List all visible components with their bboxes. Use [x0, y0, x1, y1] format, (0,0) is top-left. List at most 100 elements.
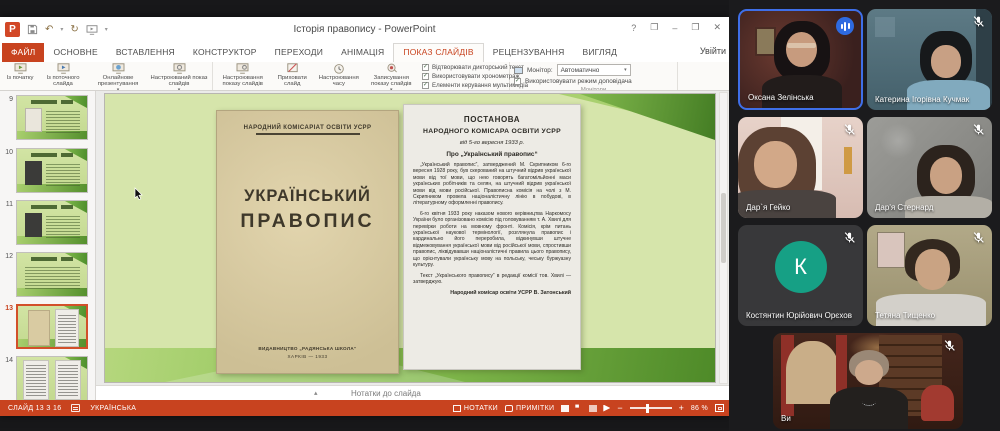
participant-name: Костянтин Юрійович Орєхов [746, 311, 852, 320]
participant-name: Оксана Зелінська [748, 93, 814, 102]
group-setup: Настроювання показу слайдів Приховати сл… [213, 62, 510, 90]
notes-collapse-icon[interactable]: ▴ [314, 389, 318, 397]
rehearse-timings-button[interactable]: Настроювання часу [314, 63, 364, 88]
help-icon[interactable]: ? [631, 23, 636, 33]
undo-dropdown-icon[interactable]: ▾ [60, 26, 63, 33]
tab-review[interactable]: РЕЦЕНЗУВАННЯ [484, 43, 574, 62]
monitor-select[interactable]: Автоматично ▾ [557, 64, 631, 76]
muted-mic-icon [972, 15, 985, 28]
tab-file[interactable]: ФАЙЛ [2, 43, 44, 62]
setup-slideshow-button[interactable]: Настроювання показу слайдів [215, 63, 270, 88]
restore-icon[interactable]: ❐ [691, 22, 699, 33]
participant-name: Дар`я Гейко [746, 203, 790, 212]
close-icon[interactable]: ✕ [713, 22, 721, 33]
save-icon[interactable] [27, 24, 38, 35]
record-slideshow-button[interactable]: Записування показу слайдів ▾ [364, 63, 419, 91]
avatar: К [775, 241, 827, 293]
thumbnail-number: 12 [4, 252, 13, 297]
editor-scrollbar[interactable] [719, 92, 728, 384]
status-bar: СЛАЙД 13 З 16 УКРАЇНСЬКА НОТАТКИ ПРИМІТК… [0, 400, 729, 416]
present-online-button[interactable]: Онлайнове презентування ▾ [88, 63, 148, 91]
thumbnail-slide-13-selected[interactable]: 13 [4, 304, 88, 349]
thumbnail-number: 11 [4, 200, 13, 245]
tab-design[interactable]: КОНСТРУКТОР [184, 43, 266, 62]
quick-access-toolbar: P ↶ ▾ ↻ ▾ [5, 22, 108, 37]
book-publisher: НАРОДНИЙ КОМІСАРІАТ ОСВІТИ УСРР [217, 125, 398, 131]
muted-mic-icon [943, 339, 956, 352]
thumbnail-slide-10[interactable]: 10 [4, 148, 88, 193]
normal-view-icon[interactable] [561, 405, 569, 412]
comments-toggle-button[interactable]: ПРИМІТКИ [505, 405, 554, 412]
setup-checkboxes: ✓ Відтворювати дикторський текст ✓ Викор… [419, 63, 507, 89]
tab-home[interactable]: ОСНОВНЕ [44, 43, 106, 62]
start-slideshow-icon[interactable] [86, 25, 98, 35]
tab-view[interactable]: ВИГЛЯД [573, 43, 626, 62]
participant-tile-kostiantyn[interactable]: К Костянтин Юрійович Орєхов [738, 225, 863, 326]
zoom-out-button[interactable]: − [617, 404, 622, 413]
notes-toggle-button[interactable]: НОТАТКИ [453, 405, 498, 412]
decree-subheading: НАРОДНОГО КОМІСАРА ОСВІТИ УСРР [413, 128, 571, 135]
muted-mic-icon [972, 123, 985, 136]
window-controls: ? ❐ – ❐ ✕ [631, 22, 721, 33]
muted-mic-icon [972, 231, 985, 244]
undo-icon[interactable]: ↶ [45, 25, 53, 35]
thumbnail-number: 14 [4, 356, 13, 400]
notes-placeholder[interactable]: Нотатки до слайда [351, 389, 421, 398]
sign-in-link[interactable]: Увійти [700, 46, 726, 56]
slideshow-view-icon[interactable] [603, 405, 610, 412]
participant-tile-self[interactable]: Ви [773, 333, 963, 429]
language-indicator[interactable]: УКРАЇНСЬКА [90, 405, 136, 412]
current-slide[interactable]: НАРОДНИЙ КОМІСАРІАТ ОСВІТИ УСРР УКРАЇНСЬ… [104, 93, 716, 383]
notes-icon [453, 405, 461, 412]
participant-tile-darya-heiko[interactable]: Дар`я Гейко [738, 117, 863, 218]
minimize-icon[interactable]: – [672, 23, 677, 33]
proofing-icon[interactable] [71, 404, 80, 412]
checkbox-presenter-view[interactable]: ✓ Використовувати режим доповідача [512, 77, 675, 86]
custom-slideshow-button[interactable]: Настроюваний показ слайдів ▾ [148, 63, 210, 91]
scrollbar-thumb[interactable] [721, 193, 726, 263]
checkbox-use-timings[interactable]: ✓ Використовувати хронометраж [422, 73, 504, 80]
ribbon-options-icon[interactable]: ❐ [650, 22, 658, 33]
checkbox-media-controls[interactable]: ✓ Елементи керування мультимедіа [422, 82, 504, 89]
tab-slideshow[interactable]: ПОКАЗ СЛАЙДІВ [393, 43, 483, 62]
from-beginning-button[interactable]: Із початку [2, 63, 38, 81]
fit-slide-to-window-icon[interactable] [715, 404, 724, 412]
book-footer-line1: ВИДАВНИЦТВО „РАДЯНСЬКА ШКОЛА“ [217, 346, 398, 351]
muted-mic-icon [843, 123, 856, 136]
reading-view-icon[interactable] [589, 405, 597, 412]
zoom-in-button[interactable]: + [679, 404, 684, 413]
thumbnail-slide-9[interactable]: 9 [4, 95, 88, 140]
comments-icon [505, 405, 513, 412]
participant-tile-kateryna[interactable]: Катерина Ігорівна Кучмак [867, 9, 992, 110]
participant-tile-oksana[interactable]: Оксана Зелінська [738, 9, 863, 110]
zoom-slider-thumb[interactable] [646, 404, 649, 413]
notes-pane[interactable]: ▴ Нотатки до слайда [96, 385, 729, 400]
decree-signature: Народний комісар освіти УСРР В. Затонськ… [413, 290, 571, 296]
participant-tile-darya-sternard[interactable]: Дар'я Стернард [867, 117, 992, 218]
slide-sorter-view-icon[interactable] [575, 405, 583, 412]
tab-animations[interactable]: АНІМАЦІЯ [332, 43, 393, 62]
tab-transitions[interactable]: ПЕРЕХОДИ [266, 43, 332, 62]
decree-document-image[interactable]: ПОСТАНОВА НАРОДНОГО КОМІСАРА ОСВІТИ УСРР… [403, 104, 581, 370]
window-title: Історія правопису - PowerPoint [120, 24, 609, 35]
tab-insert[interactable]: ВСТАВЛЕННЯ [107, 43, 184, 62]
hide-slide-button[interactable]: Приховати слайд [270, 63, 314, 88]
qat-customize-icon[interactable]: ▾ [105, 26, 108, 33]
monitor-label: Монітор: [527, 67, 553, 74]
slide-thumbnail-panel[interactable]: 9 10 11 12 13 [0, 91, 96, 400]
redo-icon[interactable]: ↻ [70, 25, 78, 35]
thumbnail-slide-14[interactable]: 14 [4, 356, 88, 400]
book-cover-image[interactable]: НАРОДНИЙ КОМІСАРІАТ ОСВІТИ УСРР УКРАЇНСЬ… [216, 110, 399, 374]
checkbox-checked-icon: ✓ [422, 82, 429, 89]
group-monitors: Монітор: Автоматично ▾ ✓ Використовувати… [510, 62, 678, 90]
thumbnail-slide-12[interactable]: 12 [4, 252, 88, 297]
participant-name: Дар'я Стернард [875, 203, 933, 212]
participant-tile-tetiana[interactable]: Тетяна Тищенко [867, 225, 992, 326]
checkbox-play-narrations[interactable]: ✓ Відтворювати дикторський текст [422, 64, 504, 71]
thumbnail-slide-11[interactable]: 11 [4, 200, 88, 245]
decree-paragraph: Текст „Українського правопису“ в редакці… [413, 273, 571, 286]
from-current-slide-button[interactable]: Із поточного слайда [38, 63, 88, 88]
zoom-percentage[interactable]: 86 % [691, 405, 708, 412]
slide-editor-area[interactable]: НАРОДНИЙ КОМІСАРІАТ ОСВІТИ УСРР УКРАЇНСЬ… [96, 91, 729, 385]
zoom-slider[interactable] [630, 407, 672, 409]
